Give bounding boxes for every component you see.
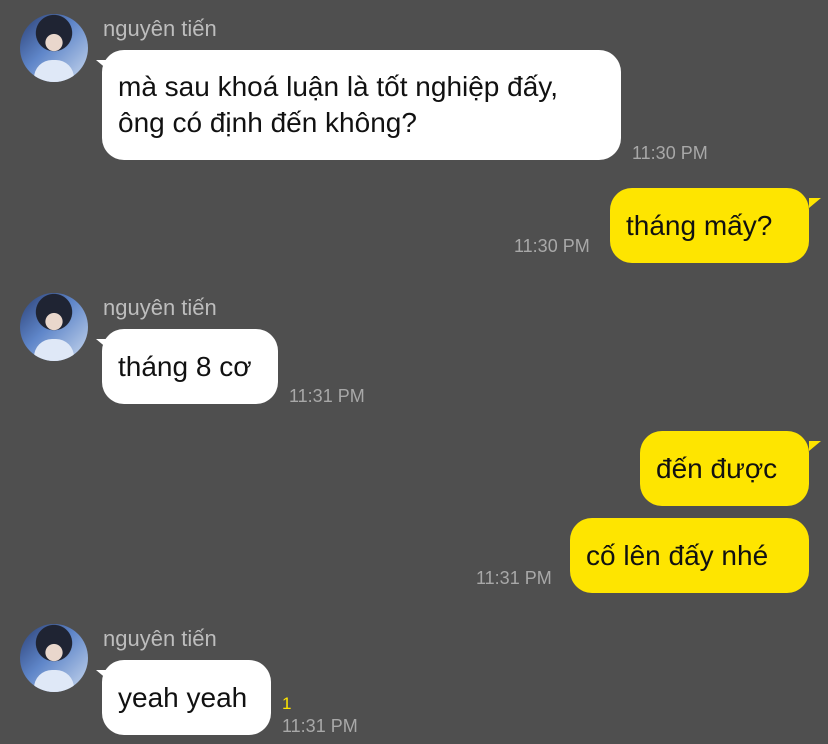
message-text-line: đến được (656, 453, 778, 484)
message-time: 11:31 PM (476, 568, 552, 588)
avatar[interactable] (20, 293, 88, 361)
bubble-tail (809, 441, 821, 451)
avatar-photo (34, 339, 74, 361)
message-bubble-outgoing[interactable]: đến được (640, 431, 809, 506)
sender-name: nguyên tiến (103, 16, 217, 41)
message-bubble-incoming[interactable]: yeah yeah (102, 660, 271, 735)
message-bubble-incoming[interactable]: tháng 8 cơ (102, 329, 278, 404)
message-time: 11:30 PM (632, 143, 708, 163)
avatar-photo (34, 670, 74, 692)
message-text-line: ông có định đến không? (118, 107, 417, 138)
message-time: 11:31 PM (289, 386, 365, 406)
message-text-line: cố lên đấy nhé (586, 540, 769, 571)
sender-name: nguyên tiến (103, 295, 217, 320)
avatar[interactable] (20, 14, 88, 82)
message-text-line: tháng mấy? (626, 210, 773, 241)
message-bubble-outgoing[interactable]: tháng mấy? (610, 188, 809, 263)
message-bubble-outgoing[interactable]: cố lên đấy nhé (570, 518, 809, 593)
unread-count: 1 (282, 694, 292, 713)
message-text-line: mà sau khoá luận là tốt nghiệp đấy, (118, 71, 559, 102)
message-bubble-incoming[interactable]: mà sau khoá luận là tốt nghiệp đấy, ông … (102, 50, 621, 160)
message-time: 11:30 PM (514, 236, 590, 256)
bubble-tail (809, 198, 821, 208)
message-time: 11:31 PM (282, 716, 358, 736)
avatar[interactable] (20, 624, 88, 692)
avatar-photo (34, 60, 74, 82)
sender-name: nguyên tiến (103, 626, 217, 651)
message-text-line: tháng 8 cơ (118, 351, 252, 382)
message-text-line: yeah yeah (118, 682, 248, 713)
